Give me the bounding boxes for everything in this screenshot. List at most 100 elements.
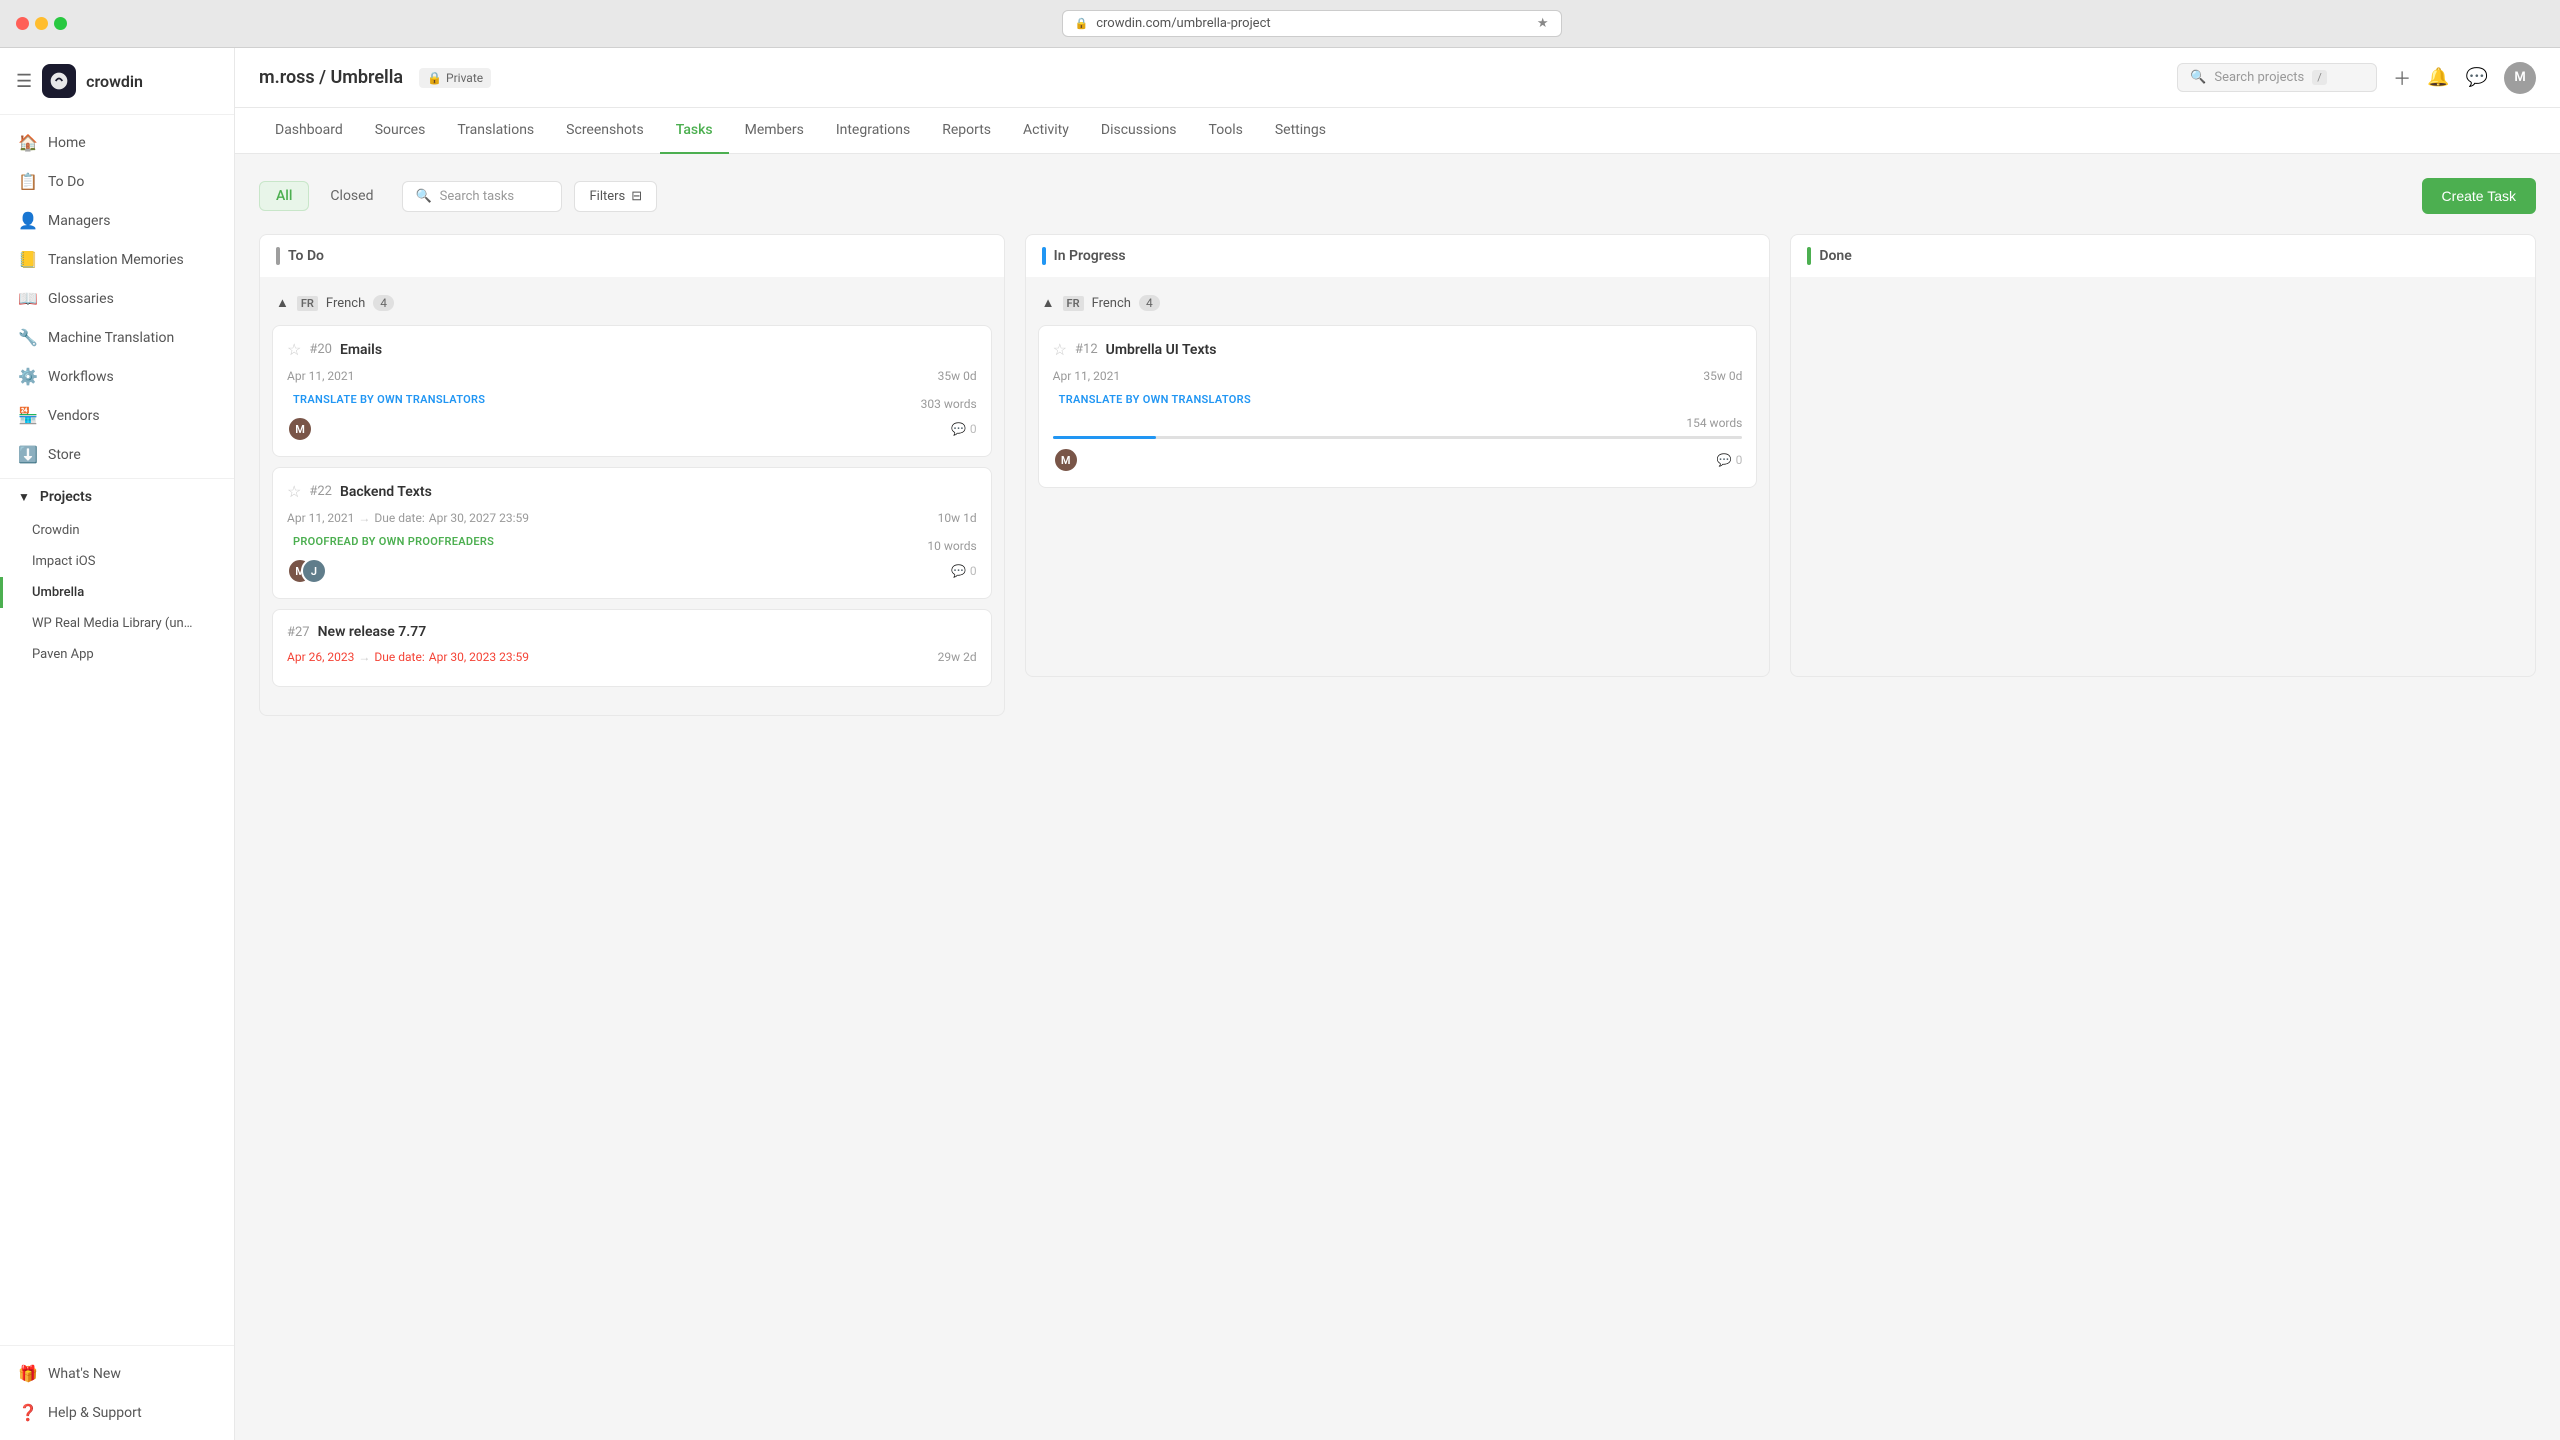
task-12-meta: Apr 11, 2021 35w 0d bbox=[1053, 369, 1743, 383]
bookmark-icon[interactable]: ★ bbox=[1537, 16, 1549, 31]
sidebar-project-impact-ios[interactable]: Impact iOS bbox=[0, 546, 234, 577]
tab-tools[interactable]: Tools bbox=[1193, 108, 1259, 154]
sidebar-item-translation-memories[interactable]: 📒 Translation Memories bbox=[0, 240, 234, 279]
sidebar-item-glossaries-label: Glossaries bbox=[48, 291, 114, 307]
due-label: Due date: bbox=[374, 511, 424, 525]
comment-icon: 💬 bbox=[951, 422, 966, 436]
sidebar-nav: 🏠 Home 📋 To Do 👤 Managers 📒 Translation … bbox=[0, 115, 234, 1345]
sidebar-item-whats-new[interactable]: 🎁 What's New bbox=[0, 1354, 234, 1393]
nav-tabs: Dashboard Sources Translations Screensho… bbox=[235, 108, 2560, 154]
task-22-due: Apr 11, 2021 → Due date: Apr 30, 2027 23… bbox=[287, 511, 977, 525]
sidebar-item-vendors[interactable]: 🏪 Vendors bbox=[0, 396, 234, 435]
task-card-12[interactable]: ☆ #12 Umbrella UI Texts Apr 11, 2021 35w… bbox=[1038, 325, 1758, 488]
private-badge: 🔒 Private bbox=[419, 68, 491, 88]
task-22-words: 10 words bbox=[927, 539, 976, 553]
tab-sources[interactable]: Sources bbox=[359, 108, 442, 154]
task-12-star[interactable]: ☆ bbox=[1053, 340, 1067, 359]
notifications-icon[interactable]: 🔔 bbox=[2427, 67, 2449, 88]
tab-dashboard[interactable]: Dashboard bbox=[259, 108, 359, 154]
minimize-button[interactable] bbox=[35, 17, 48, 30]
sidebar-item-workflows[interactable]: ⚙️ Workflows bbox=[0, 357, 234, 396]
task-12-assignees: M bbox=[1053, 447, 1073, 473]
progress-indicator bbox=[1042, 247, 1046, 265]
tab-integrations[interactable]: Integrations bbox=[820, 108, 926, 154]
assignee-avatar: M bbox=[287, 416, 313, 442]
sidebar-item-machine-translation[interactable]: 🔧 Machine Translation bbox=[0, 318, 234, 357]
language-header-fr-todo[interactable]: ▲ FR French 4 bbox=[272, 289, 992, 317]
task-20-words: 303 words bbox=[921, 397, 977, 411]
address-bar[interactable]: 🔒 crowdin.com/umbrella-project ★ bbox=[1062, 10, 1562, 37]
assignee-avatar: M bbox=[1053, 447, 1079, 473]
tab-tasks[interactable]: Tasks bbox=[660, 108, 729, 154]
app-container: ☰ crowdin 🏠 Home 📋 To Do 👤 Managers bbox=[0, 48, 2560, 1440]
language-flag-fr: FR bbox=[1063, 296, 1084, 311]
tab-activity[interactable]: Activity bbox=[1007, 108, 1085, 154]
search-tasks-input[interactable]: 🔍 Search tasks bbox=[402, 181, 562, 212]
sidebar-project-umbrella[interactable]: Umbrella bbox=[0, 577, 234, 608]
sidebar-item-store[interactable]: ⬇️ Store bbox=[0, 435, 234, 474]
filter-tab-all[interactable]: All bbox=[259, 181, 309, 211]
maximize-button[interactable] bbox=[54, 17, 67, 30]
topbar-right: 🔍 Search projects / ＋ 🔔 💬 M bbox=[2177, 62, 2536, 94]
task-20-comment-count: 0 bbox=[970, 422, 977, 436]
task-22-title: Backend Texts bbox=[340, 484, 432, 500]
arrow-icon: → bbox=[358, 650, 370, 664]
task-12-date: Apr 11, 2021 bbox=[1053, 369, 1120, 383]
filters-button[interactable]: Filters ⊟ bbox=[574, 181, 657, 212]
task-card-27[interactable]: #27 New release 7.77 Apr 26, 2023 → Due … bbox=[272, 609, 992, 687]
task-27-title: New release 7.77 bbox=[318, 624, 427, 640]
tab-screenshots[interactable]: Screenshots bbox=[550, 108, 660, 154]
close-button[interactable] bbox=[16, 17, 29, 30]
task-12-time: 35w 0d bbox=[1703, 369, 1742, 383]
topbar: m.ross / Umbrella 🔒 Private 🔍 Search pro… bbox=[235, 48, 2560, 108]
user-avatar[interactable]: M bbox=[2504, 62, 2536, 94]
sidebar-item-workflows-label: Workflows bbox=[48, 369, 114, 385]
sidebar-item-home[interactable]: 🏠 Home bbox=[0, 123, 234, 162]
slash-shortcut: / bbox=[2312, 70, 2327, 85]
sidebar-item-todo[interactable]: 📋 To Do bbox=[0, 162, 234, 201]
task-card-20[interactable]: ☆ #20 Emails Apr 11, 2021 35w 0d TRANSLA… bbox=[272, 325, 992, 457]
sidebar-item-managers-label: Managers bbox=[48, 213, 110, 229]
task-12-words: 154 words bbox=[1686, 416, 1742, 430]
sidebar-item-managers[interactable]: 👤 Managers bbox=[0, 201, 234, 240]
task-20-star[interactable]: ☆ bbox=[287, 340, 301, 359]
add-icon[interactable]: ＋ bbox=[2393, 65, 2411, 91]
tab-reports[interactable]: Reports bbox=[926, 108, 1007, 154]
project-wp-real-media-label: WP Real Media Library (un… bbox=[32, 616, 192, 631]
create-task-button[interactable]: Create Task bbox=[2422, 178, 2536, 214]
project-paven-app-label: Paven App bbox=[32, 647, 94, 662]
brand-logo bbox=[42, 64, 76, 98]
hamburger-menu-icon[interactable]: ☰ bbox=[16, 71, 32, 92]
language-group-fr-progress: ▲ FR French 4 ☆ #12 Umbrella UI Tex bbox=[1038, 289, 1758, 488]
tab-settings[interactable]: Settings bbox=[1259, 108, 1342, 154]
comment-icon: 💬 bbox=[1717, 453, 1732, 467]
language-name-fr: French bbox=[326, 296, 365, 311]
sidebar-item-store-label: Store bbox=[48, 447, 81, 463]
filter-tab-closed[interactable]: Closed bbox=[313, 181, 390, 211]
tab-discussions[interactable]: Discussions bbox=[1085, 108, 1193, 154]
task-card-22[interactable]: ☆ #22 Backend Texts Apr 11, 2021 → Due d… bbox=[272, 467, 992, 599]
task-20-date: Apr 11, 2021 bbox=[287, 369, 354, 383]
task-22-star[interactable]: ☆ bbox=[287, 482, 301, 501]
task-27-id: #27 bbox=[287, 625, 310, 640]
column-header-in-progress: In Progress bbox=[1025, 234, 1771, 277]
project-impact-ios-label: Impact iOS bbox=[32, 554, 95, 569]
tab-translations[interactable]: Translations bbox=[441, 108, 550, 154]
task-12-progress-fill bbox=[1053, 436, 1156, 439]
sidebar-project-paven-app[interactable]: Paven App bbox=[0, 639, 234, 670]
messages-icon[interactable]: 💬 bbox=[2466, 67, 2488, 88]
translation-memories-icon: 📒 bbox=[18, 250, 38, 269]
sidebar-project-crowdin[interactable]: Crowdin bbox=[0, 515, 234, 546]
tab-members[interactable]: Members bbox=[729, 108, 820, 154]
search-projects-input[interactable]: 🔍 Search projects / bbox=[2177, 63, 2377, 92]
sidebar-header: ☰ crowdin bbox=[0, 48, 234, 115]
kanban-column-todo: To Do ▲ FR French 4 bbox=[259, 234, 1005, 716]
projects-collapse-toggle[interactable]: ▼ Projects bbox=[0, 479, 234, 515]
sidebar-item-machine-translation-label: Machine Translation bbox=[48, 330, 174, 346]
sidebar-project-wp-real-media[interactable]: WP Real Media Library (un… bbox=[0, 608, 234, 639]
sidebar-item-glossaries[interactable]: 📖 Glossaries bbox=[0, 279, 234, 318]
french-task-count-progress: 4 bbox=[1139, 295, 1160, 311]
language-header-fr-progress[interactable]: ▲ FR French 4 bbox=[1038, 289, 1758, 317]
store-icon: ⬇️ bbox=[18, 445, 38, 464]
sidebar-item-help-support[interactable]: ❓ Help & Support bbox=[0, 1393, 234, 1432]
